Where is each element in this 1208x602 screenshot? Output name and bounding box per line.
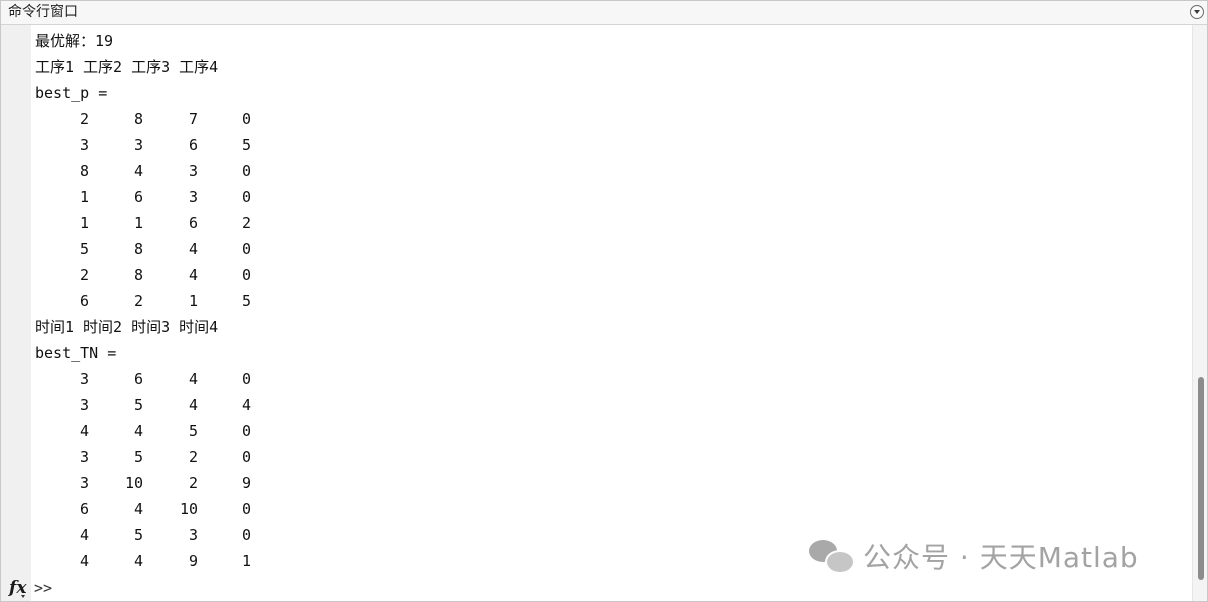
- best-p-cell: 2: [79, 266, 89, 284]
- best-tn-cell: 10: [179, 500, 198, 518]
- best-p-cell: 8: [79, 162, 89, 180]
- best-p-cell: 0: [241, 162, 251, 180]
- best-tn-cell: 10: [124, 474, 143, 492]
- best-p-cell: 6: [188, 214, 198, 232]
- best-tn-cell: 0: [241, 526, 251, 544]
- best-tn-row: 3 10 2 9: [31, 470, 291, 496]
- best-p-cell: 8: [133, 240, 143, 258]
- time-header-line: 时间1 时间2 时间3 时间4: [35, 318, 219, 336]
- window-actions-icon[interactable]: [1190, 5, 1204, 19]
- best-p-cell: 2: [79, 110, 89, 128]
- best-tn-cell: 1: [241, 552, 251, 570]
- best-tn-cell: 4: [188, 370, 198, 388]
- best-tn-row: 4 4 5 0: [31, 418, 291, 444]
- best-tn-cell: 0: [241, 500, 251, 518]
- best-tn-cell: 4: [133, 552, 143, 570]
- best-tn-cell: 3: [79, 474, 89, 492]
- best-tn-cell: 4: [188, 396, 198, 414]
- best-p-cell: 0: [241, 110, 251, 128]
- best-p-cell: 3: [188, 162, 198, 180]
- best-p-cell: 3: [133, 136, 143, 154]
- watermark: 公众号 · 天天Matlab: [809, 536, 1139, 576]
- best-tn-cell: 6: [79, 500, 89, 518]
- best-tn-cell: 4: [241, 396, 251, 414]
- best-p-row: 2 8 7 0: [31, 106, 291, 132]
- scrollbar-thumb[interactable]: [1198, 377, 1204, 580]
- left-gutter: [1, 25, 31, 601]
- best-tn-row: 6 4 10 0: [31, 496, 291, 522]
- vertical-scrollbar[interactable]: [1192, 25, 1207, 601]
- best-p-row: 5 8 4 0: [31, 236, 291, 262]
- best-tn-cell: 4: [133, 500, 143, 518]
- command-output[interactable]: 最优解：19 工序1 工序2 工序3 工序4 best_p = 2 8 7 0 3 3 6 5…: [31, 25, 1192, 601]
- best-p-cell: 8: [133, 266, 143, 284]
- fx-dropdown-caret-icon[interactable]: [21, 595, 25, 598]
- best-tn-cell: 0: [241, 422, 251, 440]
- best-p-cell: 0: [241, 266, 251, 284]
- best-tn-cell: 4: [79, 422, 89, 440]
- best-tn-cell: 5: [133, 448, 143, 466]
- best-tn-cell: 4: [79, 552, 89, 570]
- best-p-cell: 0: [241, 240, 251, 258]
- best-tn-label: best_TN =: [35, 344, 117, 362]
- best-tn-row: 4 4 9 1: [31, 548, 291, 574]
- command-prompt-row[interactable]: fx >>: [1, 576, 261, 602]
- best-tn-cell: 2: [188, 474, 198, 492]
- best-p-cell: 3: [79, 136, 89, 154]
- best-tn-cell: 2: [188, 448, 198, 466]
- best-p-cell: 7: [188, 110, 198, 128]
- best-p-cell: 1: [188, 292, 198, 310]
- best-p-row: 1 1 6 2: [31, 210, 291, 236]
- best-tn-cell: 9: [188, 552, 198, 570]
- best-solution-line: 最优解：19: [35, 32, 114, 50]
- wechat-logo-icon: [809, 538, 855, 574]
- best-p-cell: 4: [188, 240, 198, 258]
- best-p-cell: 5: [241, 136, 251, 154]
- best-tn-cell: 0: [241, 448, 251, 466]
- best-tn-cell: 6: [133, 370, 143, 388]
- best-tn-cell: 9: [241, 474, 251, 492]
- best-p-cell: 0: [241, 188, 251, 206]
- best-p-row: 8 4 3 0: [31, 158, 291, 184]
- best-p-row: 6 2 1 5: [31, 288, 291, 314]
- best-p-cell: 5: [241, 292, 251, 310]
- best-p-row: 1630: [31, 184, 291, 210]
- watermark-text: 公众号 · 天天Matlab: [863, 541, 1139, 574]
- best-tn-row: 3 5 2 0: [31, 444, 291, 470]
- best-p-cell: 6: [79, 292, 89, 310]
- best-p-cell: 6: [188, 136, 198, 154]
- process-header-line: 工序1 工序2 工序3 工序4: [35, 58, 219, 76]
- best-tn-row: 3 5 4 4: [31, 392, 291, 418]
- best-tn-cell: 3: [188, 526, 198, 544]
- best-tn-row: 4 5 3 0: [31, 522, 291, 548]
- best-tn-cell: 4: [133, 422, 143, 440]
- best-tn-row: 3 6 4 0: [31, 366, 291, 392]
- best-tn-cell: 5: [133, 526, 143, 544]
- best-tn-cell: 3: [79, 370, 89, 388]
- best-p-cell: 6: [133, 188, 143, 206]
- best-p-row: 3 3 6 5: [31, 132, 291, 158]
- best-p-cell: 1: [133, 214, 143, 232]
- best-p-label: best_p =: [35, 84, 108, 102]
- best-p-cell: 2: [241, 214, 251, 232]
- best-tn-cell: 5: [133, 396, 143, 414]
- best-p-cell: 1: [79, 214, 89, 232]
- window-title: 命令行窗口: [8, 4, 78, 20]
- best-p-cell: 5: [79, 240, 89, 258]
- best-tn-cell: 5: [188, 422, 198, 440]
- best-tn-cell: 0: [241, 370, 251, 388]
- best-p-cell: 1: [79, 188, 89, 206]
- best-tn-cell: 4: [79, 526, 89, 544]
- best-p-cell: 4: [188, 266, 198, 284]
- best-p-cell: 2: [133, 292, 143, 310]
- best-tn-cell: 3: [79, 448, 89, 466]
- best-p-cell: 3: [188, 188, 198, 206]
- best-tn-cell: 3: [79, 396, 89, 414]
- command-window-titlebar: 命令行窗口: [1, 1, 1207, 25]
- command-prompt[interactable]: >>: [34, 579, 52, 597]
- command-window: 命令行窗口 最优解：19 工序1 工序2 工序3 工序4 best_p = 2 8…: [0, 0, 1208, 602]
- best-p-row: 2 8 4 0: [31, 262, 291, 288]
- best-p-cell: 4: [133, 162, 143, 180]
- best-p-cell: 8: [133, 110, 143, 128]
